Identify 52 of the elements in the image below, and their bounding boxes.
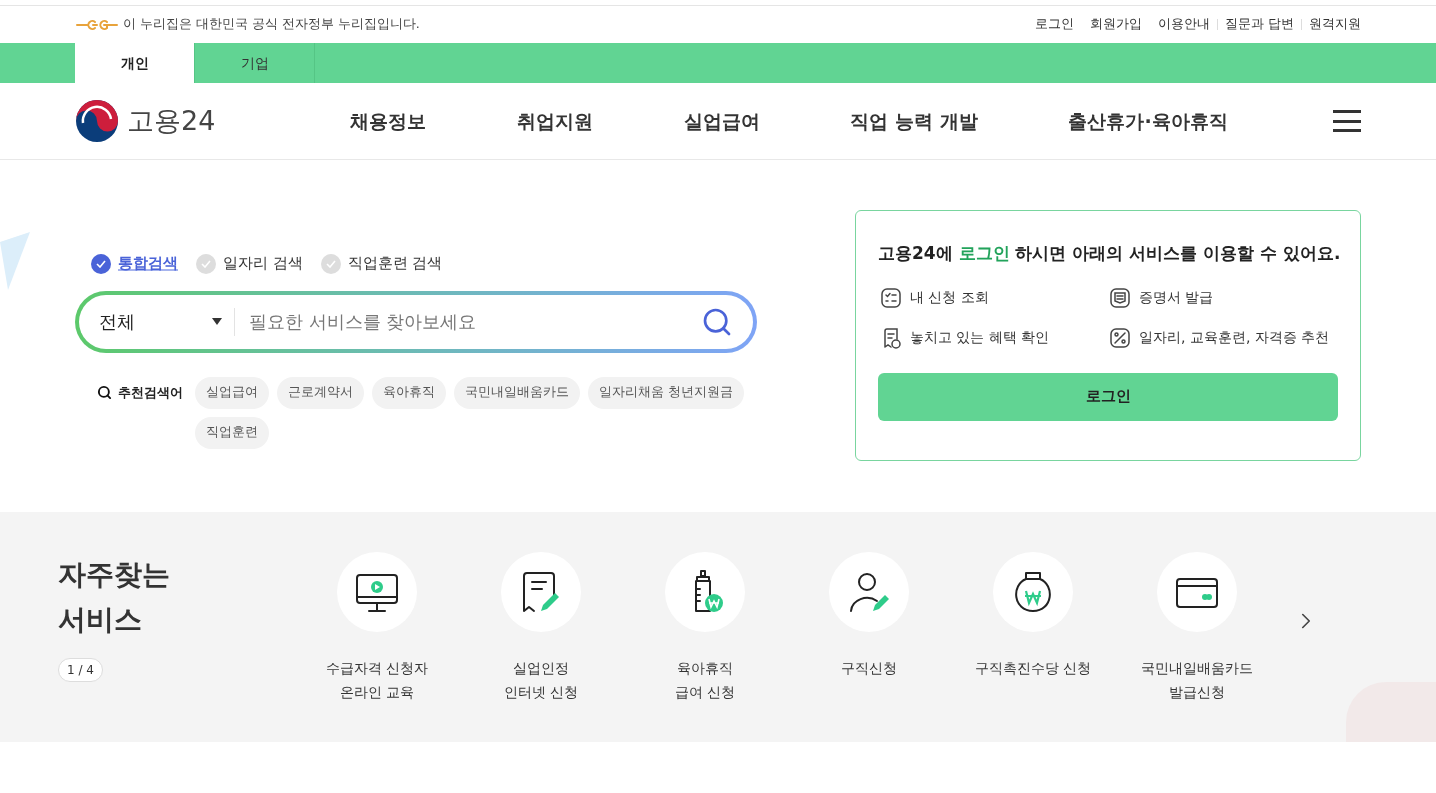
logo-text[interactable]: 고용24 bbox=[127, 100, 216, 142]
search-mode-label[interactable]: 통합검색 bbox=[118, 253, 178, 275]
feature-text: 놓치고 있는 혜택 확인 bbox=[910, 328, 1050, 347]
utility-link[interactable]: 이용안내 bbox=[1158, 15, 1210, 34]
menu-icon[interactable] bbox=[1333, 110, 1361, 132]
service-shortcut[interactable]: 육아휴직 급여 신청 bbox=[623, 552, 787, 704]
search-mode-label[interactable]: 일자리 검색 bbox=[223, 253, 303, 275]
checklist-icon bbox=[880, 286, 902, 309]
taegeuk-logo-icon bbox=[75, 99, 119, 143]
search-bar[interactable]: 전체 필요한 서비스를 찾아보세요 bbox=[75, 290, 757, 353]
gov-banner-text: 이 누리집은 대한민국 공식 전자정부 누리집입니다. bbox=[123, 15, 420, 34]
utility-link[interactable]: 질문과 답변 bbox=[1225, 15, 1294, 34]
service-shortcut[interactable]: 수급자격 신청자 온라인 교육 bbox=[295, 552, 459, 704]
search-icon bbox=[97, 385, 112, 401]
keyword-chip[interactable]: 국민내일배움카드 bbox=[454, 376, 580, 409]
recommended-label: 추천검색어 bbox=[118, 384, 183, 402]
search-mode-label[interactable]: 직업훈련 검색 bbox=[347, 253, 443, 275]
section-title: 자주찾는 서비스 bbox=[58, 557, 171, 638]
utility-link[interactable]: 원격지원 bbox=[1309, 15, 1361, 34]
login-button[interactable]: 로그인 bbox=[878, 372, 1338, 421]
main-nav-link[interactable]: 직업 능력 개발 bbox=[850, 106, 978, 136]
radio-check-icon[interactable] bbox=[196, 253, 216, 274]
main-nav-link[interactable]: 실업급여 bbox=[683, 106, 760, 136]
eg-logo-icon bbox=[75, 17, 119, 32]
audience-tab[interactable]: 기업 bbox=[195, 43, 315, 83]
service-shortcut[interactable]: 국민내일배움카드 발급신청 bbox=[1115, 552, 1279, 704]
paper-plane-icon bbox=[0, 232, 30, 290]
keyword-chip[interactable]: 육아휴직 bbox=[372, 376, 446, 409]
feature-text: 증명서 발급 bbox=[1139, 288, 1214, 307]
main-nav-link[interactable]: 채용정보 bbox=[350, 106, 427, 136]
audience-tab[interactable]: 개인 bbox=[75, 43, 195, 83]
caret-icon bbox=[212, 318, 222, 326]
main-nav-link[interactable]: 출산휴가·육아휴직 bbox=[1068, 106, 1228, 136]
keyword-chip[interactable]: 직업훈련 bbox=[195, 416, 269, 449]
category-select[interactable]: 전체 bbox=[99, 307, 235, 336]
keyword-chip[interactable]: 실업급여 bbox=[195, 376, 269, 409]
percent-badge-icon bbox=[1109, 326, 1131, 349]
keyword-chip[interactable]: 근로계약서 bbox=[277, 376, 364, 409]
radio-check-icon[interactable] bbox=[91, 253, 111, 274]
service-shortcut[interactable]: 구직신청 bbox=[787, 552, 951, 704]
keyword-chip[interactable]: 일자리채움 청년지원금 bbox=[588, 376, 744, 409]
certificate-icon bbox=[1109, 286, 1131, 309]
pager: 1 / 4 bbox=[58, 658, 103, 682]
service-shortcut[interactable]: 실업인정 인터넷 신청 bbox=[459, 552, 623, 704]
login-message: 고용24에 로그인 하시면 아래의 서비스를 이용할 수 있어요. bbox=[878, 242, 1338, 265]
utility-link[interactable]: 회원가입 bbox=[1090, 15, 1142, 34]
main-nav-link[interactable]: 취업지원 bbox=[517, 106, 594, 136]
utility-link[interactable]: 로그인 bbox=[1035, 15, 1074, 34]
service-shortcut[interactable]: 구직촉진수당 신청 bbox=[951, 552, 1115, 704]
radio-check-icon[interactable] bbox=[320, 253, 341, 274]
feature-text: 일자리, 교육훈련, 자격증 추천 bbox=[1139, 328, 1330, 347]
feature-text: 내 신청 조회 bbox=[910, 288, 989, 307]
